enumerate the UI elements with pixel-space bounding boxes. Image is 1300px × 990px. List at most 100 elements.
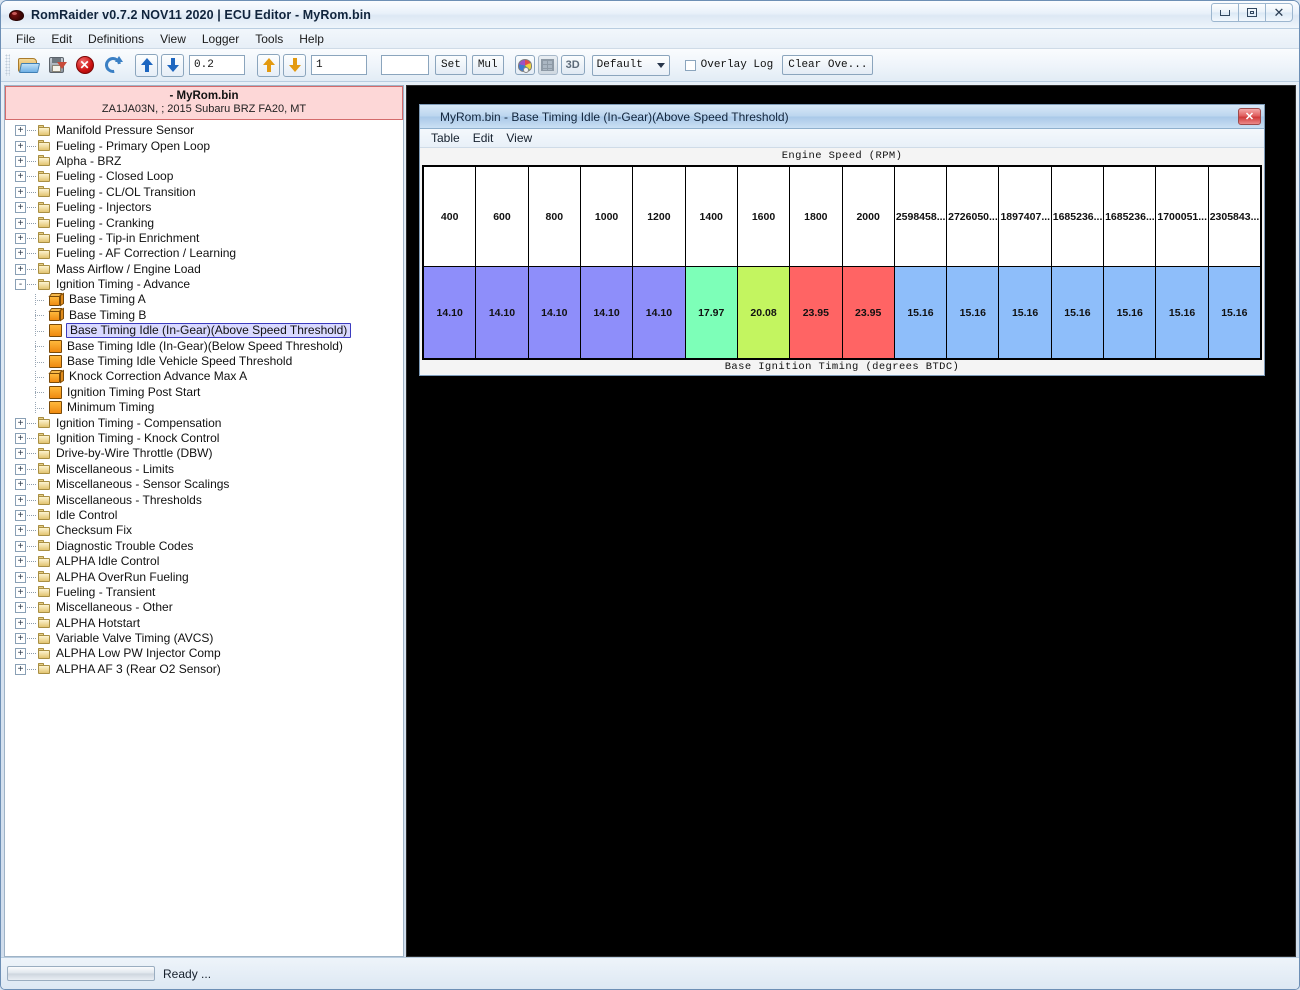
table-data-cell[interactable]: 14.10 xyxy=(579,266,634,359)
expand-toggle-icon[interactable]: + xyxy=(15,602,26,614)
set-value-input[interactable] xyxy=(381,55,429,75)
tree-item[interactable]: + Checksum Fix xyxy=(5,523,403,538)
table-data-cell[interactable]: 15.16 xyxy=(998,266,1052,359)
table-header-cell[interactable]: 1200 xyxy=(632,166,686,267)
save-image-button[interactable] xyxy=(44,53,69,78)
menu-item-logger[interactable]: Logger xyxy=(195,31,246,47)
table-header-cell[interactable]: 1897407... xyxy=(998,166,1052,267)
tree-item[interactable]: + Fueling - Closed Loop xyxy=(5,169,403,184)
table-data-cell[interactable]: 23.95 xyxy=(789,266,843,359)
table-header-cell[interactable]: 2305843... xyxy=(1207,166,1262,267)
open-image-button[interactable] xyxy=(16,53,41,78)
expand-toggle-icon[interactable]: + xyxy=(15,540,26,552)
table-header-cell[interactable]: 1000 xyxy=(579,166,634,267)
table-data-cell[interactable]: 20.08 xyxy=(736,266,791,359)
expand-toggle-icon[interactable]: + xyxy=(15,509,26,521)
expand-toggle-icon[interactable]: + xyxy=(15,494,26,506)
layout-select[interactable]: Default xyxy=(591,54,670,76)
table-header-cell[interactable]: 1600 xyxy=(736,166,791,267)
tree-item[interactable]: + Fueling - Transient xyxy=(5,585,403,600)
tree-item[interactable]: + Fueling - Tip-in Enrichment xyxy=(5,231,403,246)
expand-toggle-icon[interactable]: + xyxy=(15,202,26,214)
expand-toggle-icon[interactable]: + xyxy=(15,232,26,244)
table-header-cell[interactable]: 2598458... xyxy=(893,166,948,267)
menu-item-edit[interactable]: Edit xyxy=(44,31,79,47)
expand-toggle-icon[interactable]: + xyxy=(15,463,26,475)
tree-item[interactable]: + Fueling - AF Correction / Learning xyxy=(5,246,403,261)
tree-item[interactable]: + Miscellaneous - Other xyxy=(5,600,403,615)
expand-toggle-icon[interactable]: + xyxy=(15,525,26,537)
table-data-cell[interactable]: 17.97 xyxy=(684,266,738,359)
expand-toggle-icon[interactable]: + xyxy=(15,248,26,260)
close-button[interactable]: ✕ xyxy=(1265,3,1293,22)
table-header-cell[interactable]: 600 xyxy=(475,166,529,267)
table-data-cell[interactable]: 14.10 xyxy=(475,266,529,359)
tree-item[interactable]: + Fueling - Cranking xyxy=(5,215,403,230)
tree-item[interactable]: + Variable Valve Timing (AVCS) xyxy=(5,631,403,646)
expand-toggle-icon[interactable]: + xyxy=(15,171,26,183)
tree-item[interactable]: + Fueling - CL/OL Transition xyxy=(5,185,403,200)
tree-item[interactable]: + Manifold Pressure Sensor xyxy=(5,123,403,138)
expand-toggle-icon[interactable]: + xyxy=(15,617,26,629)
table-window-title-bar[interactable]: MyRom.bin - Base Timing Idle (In-Gear)(A… xyxy=(420,105,1264,129)
tree-item[interactable]: Ignition Timing Post Start xyxy=(5,385,403,400)
toolbar-grip[interactable] xyxy=(5,54,10,76)
table-menu-item-edit[interactable]: Edit xyxy=(468,131,499,145)
tree-item[interactable]: Base Timing Idle (In-Gear)(Above Speed T… xyxy=(5,323,403,339)
tree-item[interactable]: - Ignition Timing - Advance xyxy=(5,277,403,292)
table-window-close-button[interactable]: ✕ xyxy=(1238,108,1261,125)
tree-item[interactable]: + ALPHA Hotstart xyxy=(5,616,403,631)
color-palette-button[interactable] xyxy=(514,55,535,75)
table-header-cell[interactable]: 1685236... xyxy=(1103,166,1157,267)
table-data-cell[interactable]: 14.10 xyxy=(632,266,686,359)
table-header-cell[interactable]: 400 xyxy=(422,166,477,267)
menu-item-help[interactable]: Help xyxy=(292,31,331,47)
tree-item[interactable]: + ALPHA AF 3 (Rear O2 Sensor) xyxy=(5,662,403,677)
expand-toggle-icon[interactable]: + xyxy=(15,263,26,275)
tree-item[interactable]: + Fueling - Injectors xyxy=(5,200,403,215)
refresh-image-button[interactable] xyxy=(100,53,125,78)
menu-item-file[interactable]: File xyxy=(9,31,42,47)
tree-item[interactable]: + Ignition Timing - Compensation xyxy=(5,415,403,430)
tree-item[interactable]: Knock Correction Advance Max A xyxy=(5,369,403,384)
table-data-cell[interactable]: 15.16 xyxy=(946,266,1000,359)
table-data-cell[interactable]: 15.16 xyxy=(1050,266,1105,359)
menu-item-view[interactable]: View xyxy=(153,31,193,47)
set-button[interactable]: Set xyxy=(435,55,467,75)
table-data-cell[interactable]: 14.10 xyxy=(527,266,581,359)
table-grid-button[interactable] xyxy=(537,55,558,75)
expand-toggle-icon[interactable]: + xyxy=(15,648,26,660)
table-header-cell[interactable]: 800 xyxy=(527,166,581,267)
table-header-cell[interactable]: 1800 xyxy=(789,166,843,267)
expand-toggle-icon[interactable]: + xyxy=(15,186,26,198)
table-header-cell[interactable]: 1685236... xyxy=(1050,166,1105,267)
expand-toggle-icon[interactable]: + xyxy=(15,448,26,460)
tree-item[interactable]: + Alpha - BRZ xyxy=(5,154,403,169)
tree-item[interactable]: + Ignition Timing - Knock Control xyxy=(5,431,403,446)
menu-item-tools[interactable]: Tools xyxy=(248,31,290,47)
tree-item[interactable]: + Fueling - Primary Open Loop xyxy=(5,138,403,153)
table-header-cell[interactable]: 2726050... xyxy=(946,166,1000,267)
tree-item[interactable]: + Miscellaneous - Thresholds xyxy=(5,492,403,507)
decrease-fine-button[interactable] xyxy=(283,53,306,77)
table-header-cell[interactable]: 1700051... xyxy=(1155,166,1209,267)
tree-item[interactable]: + Drive-by-Wire Throttle (DBW) xyxy=(5,446,403,461)
expand-toggle-icon[interactable]: + xyxy=(15,663,26,675)
minimize-button[interactable] xyxy=(1211,3,1239,22)
view-3d-button[interactable]: 3D xyxy=(560,55,585,75)
coarse-value-input[interactable]: 0.2 xyxy=(189,55,245,75)
tree-item[interactable]: + Diagnostic Trouble Codes xyxy=(5,539,403,554)
expand-toggle-icon[interactable]: + xyxy=(15,571,26,583)
table-data-cell[interactable]: 14.10 xyxy=(422,266,477,359)
increase-fine-button[interactable] xyxy=(257,53,280,77)
collapse-toggle-icon[interactable]: - xyxy=(15,279,26,291)
table-data-cell[interactable]: 15.16 xyxy=(893,266,948,359)
tree-item[interactable]: + Mass Airflow / Engine Load xyxy=(5,262,403,277)
expand-toggle-icon[interactable]: + xyxy=(15,586,26,598)
expand-toggle-icon[interactable]: + xyxy=(15,633,26,645)
multiply-button[interactable]: Mul xyxy=(471,55,504,75)
expand-toggle-icon[interactable]: + xyxy=(15,556,26,568)
tree-item[interactable]: Base Timing A xyxy=(5,292,403,307)
table-menu-item-view[interactable]: View xyxy=(501,131,537,145)
table-menu-item-table[interactable]: Table xyxy=(426,131,465,145)
